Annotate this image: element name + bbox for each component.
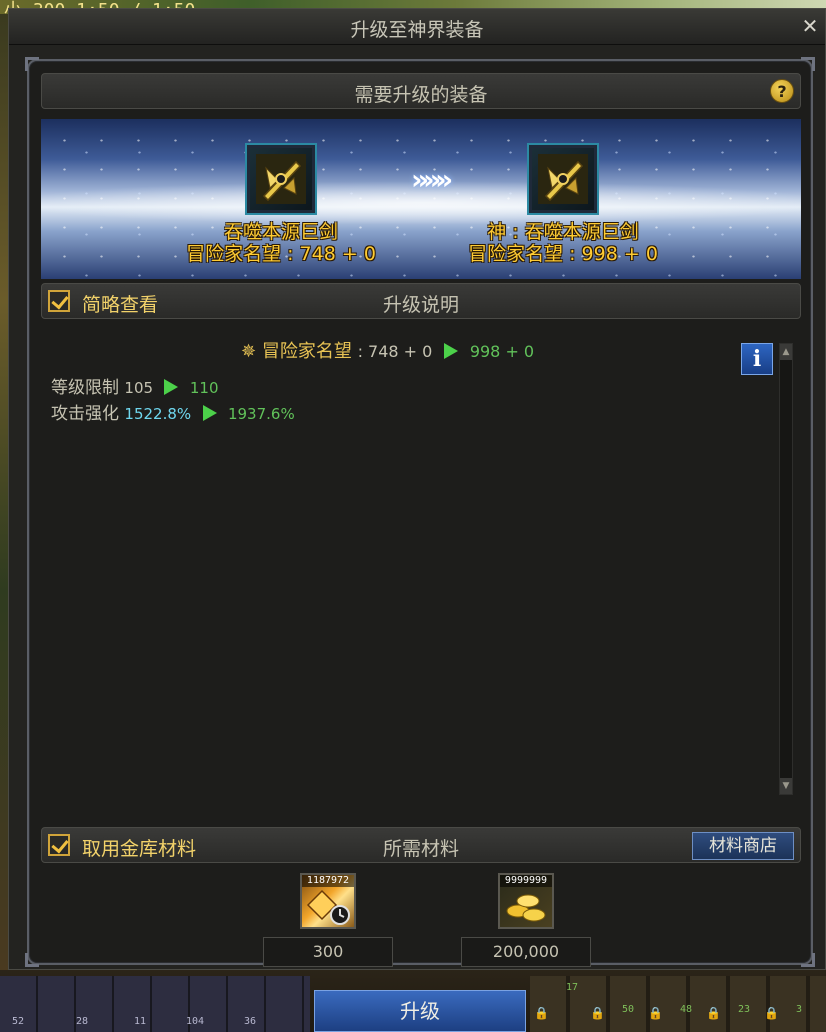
dialog-frame: 需要升级的装备 ? 吞噬本源巨剑 冒险家名望 : 748 + 0 »»» 神:… [25, 57, 815, 967]
arrow-right-icon [202, 405, 217, 421]
scroll-down-icon[interactable]: ▼ [780, 778, 792, 794]
lock-icon: 🔒 [764, 1006, 779, 1020]
frame-corner [25, 953, 39, 967]
desc-section-title: 升级说明 [382, 294, 459, 316]
upgrade-arrow-icon: »»» [411, 163, 453, 196]
equip-section-title: 需要升级的装备 [354, 84, 488, 106]
description-scrollbar[interactable]: ▲ ▼ [779, 343, 793, 795]
fame-emblem-icon: ✵ [241, 341, 257, 362]
materials-section-title: 所需材料 [382, 838, 459, 860]
target-equip-slot[interactable] [527, 143, 599, 215]
material-shop-button[interactable]: 材料商店 [692, 832, 794, 860]
greatsword-icon [256, 154, 306, 204]
skill-bar-right[interactable]: 🔒 17 🔒 50 🔒 48 🔒 23 🔒 3 [530, 976, 826, 1032]
equip-section-header: 需要升级的装备 ? [41, 73, 801, 109]
fame-label: 冒险家名望 [261, 341, 352, 362]
crystal-shape [306, 889, 350, 925]
info-button[interactable]: i [741, 343, 773, 375]
frame-corner [801, 57, 815, 71]
target-equip-fame: 冒险家名望 : 998 + 0 [468, 243, 658, 265]
skill-slot-number: 48 [680, 1004, 693, 1015]
fame-to: 998 + 0 [469, 342, 535, 361]
gold-coins-icon[interactable]: 9999999 [498, 873, 554, 929]
lock-icon: 🔒 [706, 1006, 721, 1020]
arrow-right-icon [444, 343, 459, 359]
skill-slot-number: 23 [738, 1004, 751, 1015]
skill-slot-number: 50 [622, 1004, 635, 1015]
frame-corner [25, 57, 39, 71]
crystal-clock-icon[interactable]: 1187972 [300, 873, 356, 929]
skill-slot-number: 52 [12, 1016, 25, 1027]
stat-from: 105 [124, 379, 154, 397]
material-item: 1187972 300 [263, 873, 393, 967]
stat-to: 110 [189, 379, 219, 397]
game-scene-left [0, 14, 8, 974]
skill-slot-number: 17 [566, 982, 579, 993]
skill-slot-number: 28 [76, 1016, 89, 1027]
target-equip: 神 : 吞噬本源巨剑 冒险家名望 : 998 + 0 [453, 143, 673, 265]
material-item: 9999999 200,000 [461, 873, 591, 967]
source-equip: 吞噬本源巨剑 冒险家名望 : 748 + 0 [171, 143, 391, 265]
help-icon[interactable]: ? [770, 79, 794, 103]
stat-label: 等级限制 [51, 378, 119, 398]
skill-bar-left[interactable]: 52 28 11 104 36 [0, 976, 310, 1032]
fame-from: : 748 + 0 [357, 342, 433, 361]
source-equip-name: 吞噬本源巨剑 [223, 221, 338, 243]
skill-slot-number: 11 [134, 1016, 147, 1027]
skill-slot-number: 104 [186, 1016, 205, 1027]
upgrade-dialog: 升级至神界装备 ✕ 需要升级的装备 ? 吞噬本源巨剑 冒险家名望: 748 +… [8, 8, 826, 970]
stat-from: 1522.8% [124, 405, 192, 423]
stat-row-attack: 攻击强化 1522.8% 1937.6% [51, 399, 295, 424]
close-button[interactable]: ✕ [799, 14, 821, 38]
scroll-up-icon[interactable]: ▲ [780, 344, 792, 360]
material-required: 300 [263, 937, 393, 967]
frame-corner [801, 953, 815, 967]
arrow-right-icon [164, 379, 179, 395]
greatsword-icon [538, 154, 588, 204]
dialog-titlebar[interactable]: 升级至神界装备 ✕ [9, 9, 825, 45]
stat-row-level: 等级限制 105 110 [51, 373, 219, 398]
stat-label: 攻击强化 [51, 404, 119, 424]
lock-icon: 🔒 [534, 1006, 549, 1020]
equip-banner: 吞噬本源巨剑 冒险家名望 : 748 + 0 »»» 神 : 吞噬本源巨剑 冒险… [41, 119, 801, 279]
fame-change-line: ✵ 冒险家名望 : 748 + 0 998 + 0 [241, 337, 534, 363]
coins-shape [506, 894, 546, 922]
material-required: 200,000 [461, 937, 591, 967]
desc-section-header: 简略查看 升级说明 [41, 283, 801, 319]
lock-icon: 🔒 [590, 1006, 605, 1020]
lock-icon: 🔒 [648, 1006, 663, 1020]
upgrade-button[interactable]: 升级 [314, 990, 526, 1032]
skill-slot-number: 3 [796, 1004, 803, 1015]
skill-slot-number: 36 [244, 1016, 257, 1027]
source-equip-slot[interactable] [245, 143, 317, 215]
stat-to: 1937.6% [227, 405, 295, 423]
materials-section-header: 取用金库材料 所需材料 材料商店 [41, 827, 801, 863]
dialog-title: 升级至神界装备 [350, 19, 484, 41]
upgrade-description: ✵ 冒险家名望 : 748 + 0 998 + 0 等级限制 105 110 攻… [41, 323, 801, 831]
target-equip-name: 神 : 吞噬本源巨剑 [487, 221, 639, 243]
source-equip-fame: 冒险家名望 : 748 + 0 [186, 243, 376, 265]
